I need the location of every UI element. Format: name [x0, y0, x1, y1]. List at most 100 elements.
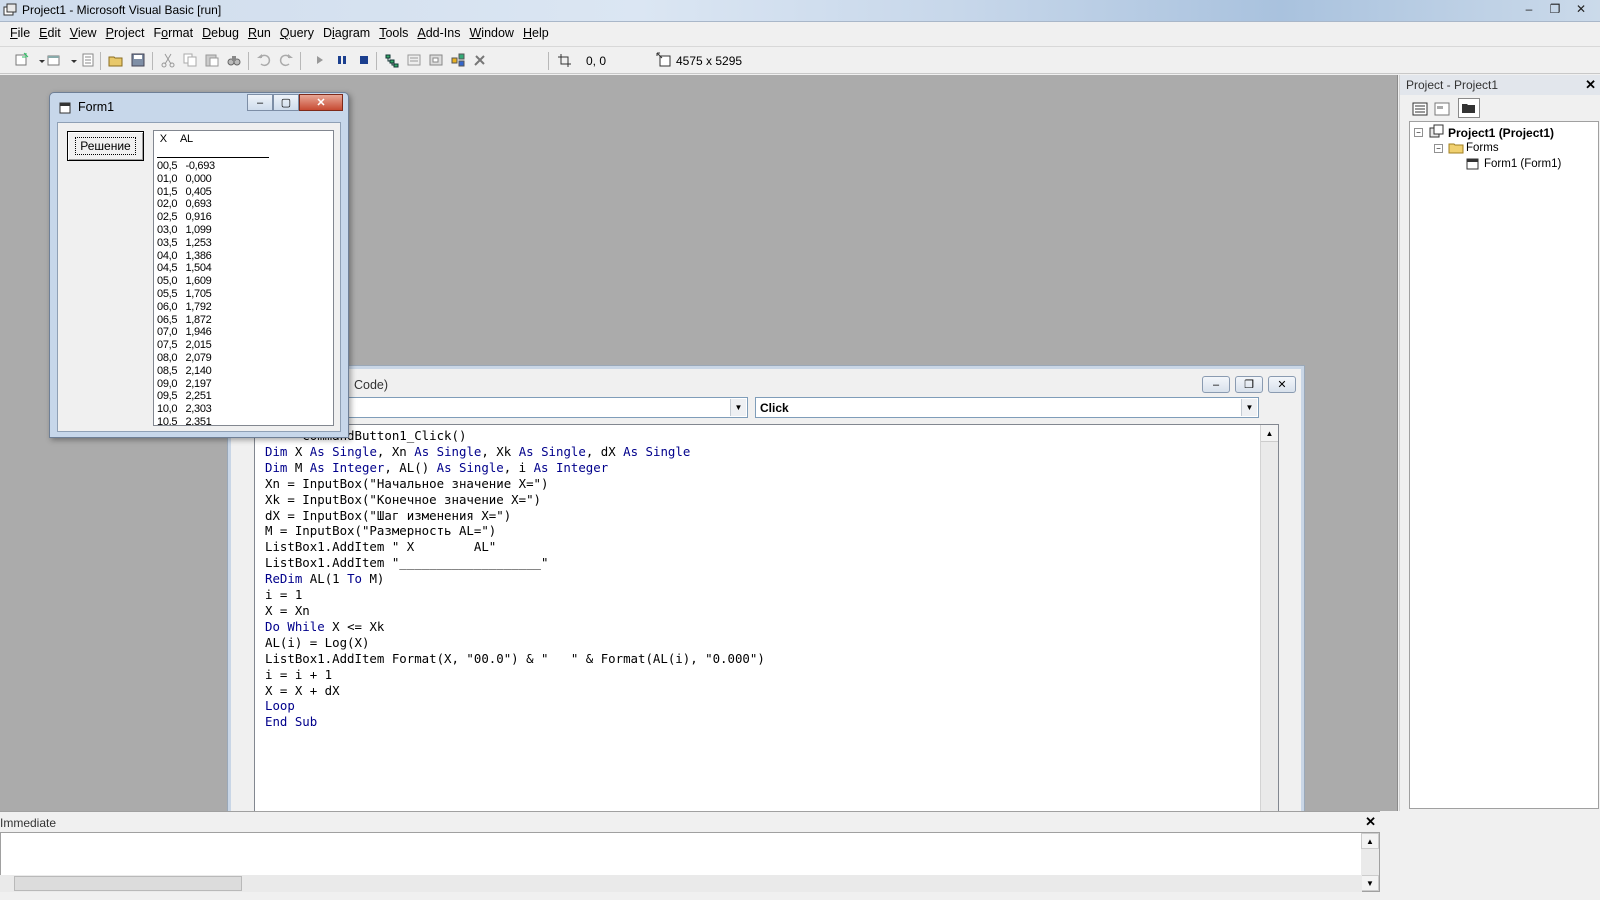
menu-debug[interactable]: Debug — [198, 26, 243, 40]
code-line: End Sub — [265, 714, 318, 730]
immediate-horizontal-scrollbar[interactable] — [0, 875, 1362, 892]
scroll-up-icon[interactable]: ▲ — [1261, 425, 1278, 442]
scroll-up-icon[interactable]: ▲ — [1361, 833, 1379, 849]
add-project-icon[interactable] — [14, 52, 30, 68]
solve-button[interactable]: Решение — [67, 131, 144, 161]
form1-close-button[interactable]: ✕ — [299, 94, 343, 111]
close-button[interactable]: ✕ — [1568, 0, 1594, 18]
chevron-down-icon[interactable]: ▼ — [1241, 399, 1257, 416]
code-restore-button[interactable]: ❐ — [1235, 376, 1263, 393]
open-icon[interactable] — [108, 52, 124, 68]
menu-diagram[interactable]: Diagram — [319, 26, 374, 40]
properties-icon[interactable] — [406, 52, 422, 68]
list-item[interactable]: 04,5 1,504 — [157, 262, 212, 275]
add-form-icon[interactable] — [46, 52, 62, 68]
code-line: Xk = InputBox("Конечное значение X=") — [265, 491, 542, 507]
immediate-vertical-scrollbar[interactable]: ▲ ▼ — [1361, 833, 1379, 891]
list-item[interactable]: 03,5 1,253 — [157, 237, 212, 250]
menu-edit[interactable]: Edit — [35, 26, 65, 40]
copy-icon[interactable] — [182, 52, 198, 68]
collapse-toggle[interactable]: − — [1434, 144, 1443, 153]
scroll-down-icon[interactable]: ▼ — [1361, 875, 1379, 891]
form1-client: Решение X AL 00,5 -0,693 01,0 0,000 01,5 0… — [57, 122, 341, 432]
list-item[interactable]: 08,5 2,140 — [157, 365, 212, 378]
view-object-icon[interactable] — [1434, 101, 1450, 117]
list-item[interactable]: 04,0 1,386 — [157, 250, 212, 263]
list-item[interactable]: 02,0 0,693 — [157, 198, 212, 211]
size-icon — [656, 52, 672, 68]
event-combo-value: Click — [760, 401, 789, 415]
list-item[interactable]: 01,0 0,000 — [157, 173, 212, 186]
list-item[interactable]: 08,0 2,079 — [157, 352, 212, 365]
form1-maximize-button[interactable]: ▢ — [273, 94, 299, 111]
list-item[interactable]: 10,5 2,351 — [157, 416, 212, 425]
object-browser-icon[interactable] — [450, 52, 466, 68]
menu-run[interactable]: Run — [244, 26, 275, 40]
event-combo[interactable]: Click ▼ — [755, 397, 1259, 418]
close-icon[interactable]: ✕ — [1585, 77, 1596, 93]
code-window[interactable]: Code) – ❐ ✕ ▼ Click ▼ CommandButton1_Cli… — [227, 365, 1305, 815]
list-item[interactable]: 03,0 1,099 — [157, 224, 212, 237]
chevron-down-icon[interactable]: ▼ — [730, 399, 746, 416]
code-line: Loop — [265, 698, 295, 714]
immediate-window: Immediate ✕ ▲ ▼ — [0, 811, 1380, 900]
list-item[interactable]: 06,5 1,872 — [157, 314, 212, 327]
paste-icon[interactable] — [204, 52, 220, 68]
menu-view[interactable]: View — [66, 26, 101, 40]
restore-button[interactable]: ❐ — [1542, 0, 1568, 18]
toolbox-icon[interactable] — [472, 52, 488, 68]
tree-item-form1[interactable]: Form1 (Form1) — [1484, 158, 1561, 170]
list-item[interactable]: 09,5 2,251 — [157, 390, 212, 403]
list-item[interactable]: 09,0 2,197 — [157, 378, 212, 391]
menu-help[interactable]: Help — [519, 26, 553, 40]
menu-tools[interactable]: Tools — [375, 26, 412, 40]
code-close-button[interactable]: ✕ — [1268, 376, 1296, 393]
list-item[interactable]: 07,5 2,015 — [157, 339, 212, 352]
cut-icon[interactable] — [160, 52, 176, 68]
add-project-dropdown-icon[interactable] — [34, 52, 45, 68]
add-form-dropdown-icon[interactable] — [66, 52, 77, 68]
menu-editor-icon[interactable] — [80, 52, 96, 68]
pause-icon[interactable] — [334, 52, 350, 68]
list-item[interactable]: 05,5 1,705 — [157, 288, 212, 301]
immediate-title: Immediate — [0, 816, 57, 830]
menu-project[interactable]: Project — [102, 26, 149, 40]
form-layout-icon[interactable] — [428, 52, 444, 68]
collapse-toggle[interactable]: − — [1414, 128, 1423, 137]
list-item[interactable]: 02,5 0,916 — [157, 211, 212, 224]
list-item[interactable]: 06,0 1,792 — [157, 301, 212, 314]
menu-query[interactable]: Query — [276, 26, 318, 40]
redo-icon[interactable] — [278, 52, 294, 68]
tree-item-project[interactable]: Project1 (Project1) — [1448, 126, 1554, 140]
form1-window[interactable]: Form1 – ▢ ✕ Решение X AL 00,5 -0,693 01,0… — [49, 92, 349, 438]
list-item[interactable]: 01,5 0,405 — [157, 186, 212, 199]
list-item[interactable]: 00,5 -0,693 — [157, 160, 215, 173]
find-icon[interactable] — [226, 52, 242, 68]
results-listbox[interactable]: X AL 00,5 -0,693 01,0 0,000 01,5 0,405 02,0… — [153, 130, 334, 426]
form1-minimize-button[interactable]: – — [247, 94, 273, 111]
list-item[interactable]: 07,0 1,946 — [157, 326, 212, 339]
menu-format[interactable]: Format — [150, 26, 198, 40]
toggle-folders-icon[interactable] — [1458, 98, 1480, 118]
menu-add-ins[interactable]: Add-Ins — [413, 26, 464, 40]
form1-title-bar[interactable]: Form1 – ▢ ✕ — [50, 93, 348, 121]
minimize-button[interactable]: – — [1516, 0, 1542, 18]
view-code-icon[interactable] — [1412, 101, 1428, 117]
code-vertical-scrollbar[interactable]: ▲ — [1260, 425, 1278, 811]
menu-window[interactable]: Window — [465, 26, 517, 40]
list-item[interactable]: 05,0 1,609 — [157, 275, 212, 288]
undo-icon[interactable] — [256, 52, 272, 68]
stop-icon[interactable] — [356, 52, 372, 68]
tree-item-forms[interactable]: Forms — [1466, 142, 1499, 154]
scroll-thumb[interactable] — [14, 876, 242, 891]
code-editor[interactable]: CommandButton1_Click() Dim X As Single, X… — [254, 424, 1279, 812]
menu-file[interactable]: File — [6, 26, 34, 40]
code-minimize-button[interactable]: – — [1202, 376, 1230, 393]
position-readout: 0, 0 — [586, 54, 607, 68]
project-tree[interactable]: − Project1 (Project1) − Forms Form1 (For… — [1409, 121, 1599, 809]
save-icon[interactable] — [130, 52, 146, 68]
project-explorer-icon[interactable] — [384, 52, 400, 68]
close-icon[interactable]: ✕ — [1365, 814, 1376, 830]
list-item[interactable]: 10,0 2,303 — [157, 403, 212, 416]
run-icon[interactable] — [312, 52, 328, 68]
